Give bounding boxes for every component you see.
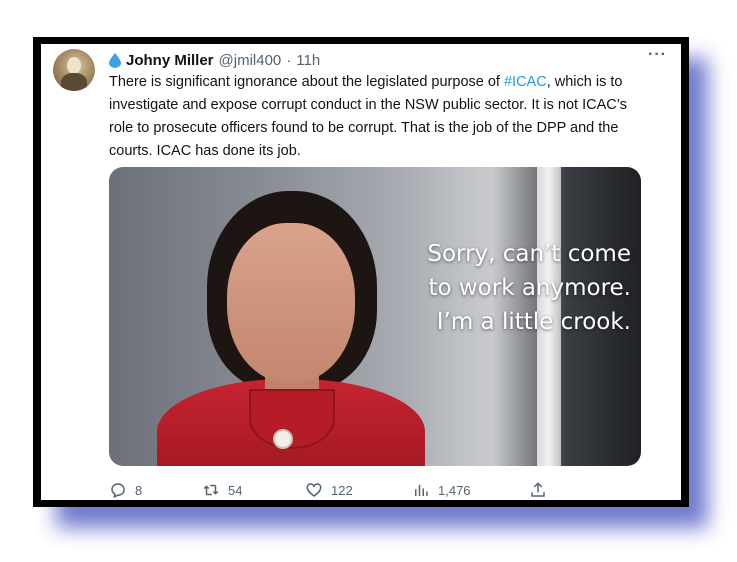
like-count: 122 bbox=[331, 482, 353, 498]
author-display-name[interactable]: Johny Miller bbox=[126, 52, 214, 69]
like-icon bbox=[306, 483, 322, 497]
tweet-timestamp[interactable]: 11h bbox=[296, 52, 320, 69]
retweet-count: 54 bbox=[228, 482, 243, 498]
retweet-icon bbox=[203, 484, 219, 496]
reply-button[interactable]: 8 bbox=[109, 481, 142, 499]
views-button[interactable]: 1,476 bbox=[412, 481, 471, 499]
author-handle[interactable]: @jmil400 bbox=[219, 52, 282, 69]
caption-line: Sorry, can’t come bbox=[427, 241, 631, 267]
caption-line: to work anymore. bbox=[428, 275, 631, 301]
views-icon bbox=[415, 484, 428, 496]
views-count: 1,476 bbox=[438, 482, 471, 498]
avatar-torso bbox=[61, 73, 87, 91]
tweet-text-start: There is significant ignorance about the… bbox=[109, 74, 504, 90]
image-caption: Sorry, can’t come to work anymore. I’m a… bbox=[371, 237, 631, 339]
caption-line: I’m a little crook. bbox=[436, 309, 631, 335]
avatar[interactable] bbox=[53, 49, 95, 91]
share-icon bbox=[531, 482, 545, 497]
hashtag-link[interactable]: #ICAC bbox=[504, 74, 547, 90]
more-icon[interactable]: ··· bbox=[648, 46, 667, 64]
header-separator: · bbox=[286, 51, 292, 69]
avatar-head bbox=[67, 57, 81, 74]
tweet-card[interactable]: Johny Miller @jmil400 · 11h ··· There is… bbox=[41, 44, 681, 500]
like-button[interactable]: 122 bbox=[305, 481, 353, 499]
retweet-button[interactable]: 54 bbox=[202, 481, 242, 499]
reply-icon bbox=[111, 483, 125, 499]
person-face bbox=[227, 223, 355, 383]
jacket-button bbox=[273, 429, 293, 449]
tweet-text: There is significant ignorance about the… bbox=[109, 71, 649, 163]
tweet-header: Johny Miller @jmil400 · 11h ··· bbox=[109, 46, 667, 70]
tweet-media-image[interactable]: Sorry, can’t come to work anymore. I’m a… bbox=[109, 167, 641, 466]
water-drop-icon bbox=[109, 52, 121, 68]
tweet-actions: 8 54 122 1,476 bbox=[109, 481, 629, 500]
share-button[interactable] bbox=[529, 481, 547, 499]
reply-count: 8 bbox=[135, 482, 143, 498]
